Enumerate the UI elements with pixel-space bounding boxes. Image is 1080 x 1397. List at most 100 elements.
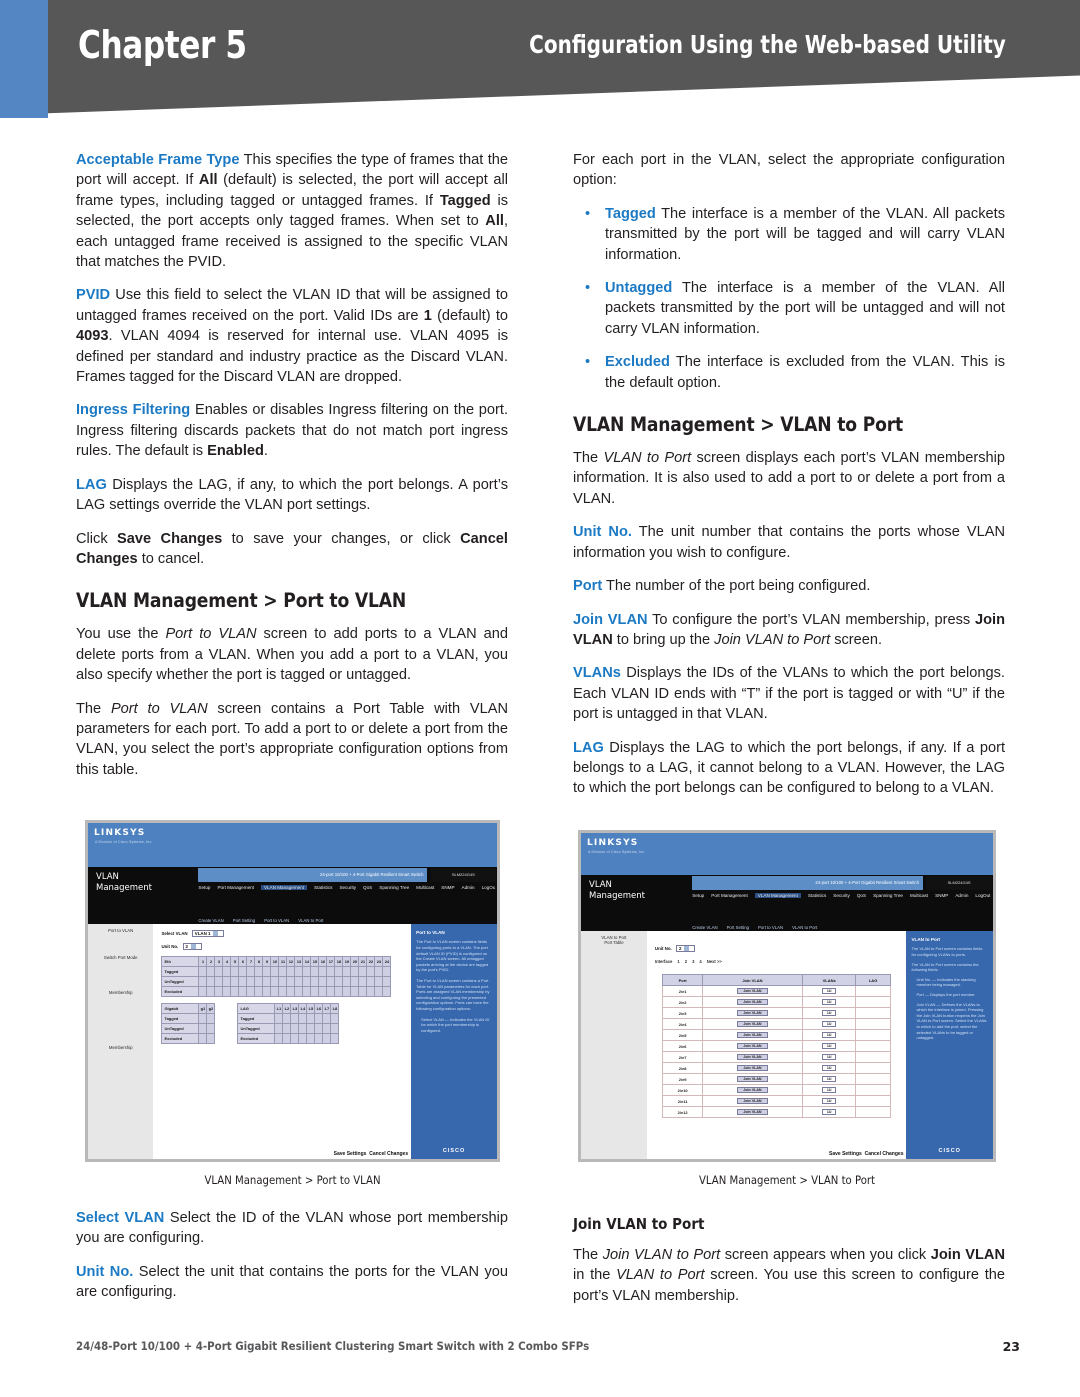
subtab-create-vlan[interactable]: Create VLAN [198,918,223,923]
tab-security[interactable]: Security [833,893,850,898]
gigabit-membership-grid[interactable]: Gigabit g1 g2 Tagged UnTagged Excluded [161,1003,216,1045]
chevron-down-icon[interactable] [213,931,219,937]
main-tabs[interactable]: Setup Port Management VLAN Management Stati… [692,893,991,899]
pager-page-4[interactable]: 4 [699,959,701,964]
tab-logout[interactable]: LogOut [482,885,495,890]
tab-spanning-tree[interactable]: Spanning Tree [873,893,903,898]
tab-statistics[interactable]: Statistics [314,885,332,890]
cell-vlans[interactable]: 1U [802,1073,857,1086]
cell-vlans[interactable]: 1U [802,1106,857,1119]
tab-vlan-management[interactable]: VLAN Management [754,893,801,899]
cell-vlans[interactable]: 1U [802,985,857,998]
cell-join-vlan[interactable]: Join VLAN [701,1018,804,1031]
subtab-port-setting[interactable]: Port Setting [727,925,749,930]
action-bar[interactable]: Save Settings Cancel Changes [829,1151,903,1157]
port-membership-grid[interactable]: Eth 1 2 3 4 5 6 7 8 9 10 11 12 13 14 15 16 17 18 19 20 21 22 2… [161,956,392,998]
pager-next[interactable]: Next >> [707,959,722,964]
sidebar[interactable]: VLAN to Port Port Table [581,930,647,1159]
tab-qos[interactable]: QoS [857,893,866,898]
cell-vlans[interactable]: 1U [802,1040,857,1053]
cell-join-vlan[interactable]: Join VLAN [701,985,804,998]
sidebar[interactable]: Port to VLAN Switch Port Mode Membership… [88,923,154,1159]
cell-join-vlan[interactable]: Join VLAN [701,1073,804,1086]
column-header-lag: LAG [855,974,891,987]
field-select-vlan[interactable]: Select VLAN VLAN 1 [161,929,411,938]
vlan-to-port-table[interactable]: Port Join VLAN VLANs LAG 2/e1 Join VLAN 1U… [662,974,891,1119]
cell-join-vlan[interactable]: Join VLAN [701,1040,804,1053]
tab-port-management[interactable]: Port Management [217,885,254,890]
grid-port: 6 [238,956,248,968]
tab-statistics[interactable]: Statistics [808,893,826,898]
help-bullet: Select VLAN — Indicates the VLAN ID for … [421,1016,490,1033]
save-settings-button[interactable]: Save Settings [334,1151,367,1157]
cell-vlans[interactable]: 1U [802,1029,857,1042]
pager-page-1[interactable]: 1 [677,959,679,964]
sub-tabs[interactable]: Create VLAN Port Setting Port to VLAN VLAN … [692,925,991,930]
action-bar[interactable]: Save Settings Cancel Changes [334,1151,408,1157]
tab-logout[interactable]: LogOut [975,893,990,898]
subtab-create-vlan[interactable]: Create VLAN [692,925,717,930]
cell-join-vlan[interactable]: Join VLAN [701,1095,804,1108]
sub-tabs[interactable]: Create VLAN Port Setting Port to VLAN VLAN … [198,918,495,923]
chapter-subject: Configuration Using the Web-based Utilit… [529,30,1006,59]
field-unit-no-value[interactable]: 2 [675,944,696,953]
cell-join-vlan[interactable]: Join VLAN [701,1029,804,1042]
subtab-vlan-to-port[interactable]: VLAN to Port [298,918,323,923]
cell-join-vlan[interactable]: Join VLAN [701,1106,804,1119]
cell-vlans[interactable]: 1U [802,1062,857,1075]
tab-port-management[interactable]: Port Management [711,893,748,898]
chevron-down-icon[interactable] [190,944,196,950]
cell-join-vlan[interactable]: Join VLAN [701,996,804,1009]
cell-vlans[interactable]: 1U [802,1007,857,1020]
model-banner: 24-port 10/100 + 4-Port Gigabit Resilien… [198,867,428,882]
tab-snmp[interactable]: SNMP [935,893,948,898]
cell-join-vlan[interactable]: Join VLAN [701,1062,804,1075]
interface-pager[interactable]: Interface 1 2 3 4 Next >> [655,959,907,964]
tab-admin[interactable]: Admin [955,893,968,898]
main-tabs[interactable]: Setup Port Management VLAN Management Stati… [198,884,495,890]
field-unit-no-value[interactable]: 2 [182,943,202,951]
sidebar-label-membership-1: Membership [108,989,133,995]
left-column-lower: Select VLAN Select the ID of the VLAN wh… [76,1208,508,1303]
subtab-port-setting[interactable]: Port Setting [233,918,255,923]
tab-setup[interactable]: Setup [692,893,704,898]
pager-page-2[interactable]: 2 [685,959,687,964]
cell-join-vlan[interactable]: Join VLAN [701,1084,804,1097]
subtab-port-to-vlan[interactable]: Port to VLAN [758,925,783,930]
tab-multicast[interactable]: Multicast [416,885,434,890]
field-unit-no[interactable]: Unit No. 2 [655,944,907,953]
save-settings-button[interactable]: Save Settings [829,1151,862,1157]
sidebar-item-port-to-vlan[interactable]: Port to VLAN [88,928,153,933]
cell-vlans[interactable]: 1U [802,1084,857,1097]
subtab-vlan-to-port[interactable]: VLAN to Port [792,925,817,930]
figure-vlan-to-port: LINKSYS A Division of Cisco Systems, Inc… [578,830,996,1187]
subtab-port-to-vlan[interactable]: Port to VLAN [264,918,289,923]
cell-vlans[interactable]: 1U [802,1018,857,1031]
cancel-changes-button[interactable]: Cancel Changes [865,1151,904,1157]
tab-security[interactable]: Security [339,885,356,890]
tab-snmp[interactable]: SNMP [441,885,454,890]
cell-join-vlan[interactable]: Join VLAN [701,1007,804,1020]
table-row: 2/e6 Join VLAN 1U [662,1040,891,1053]
pager-page-3[interactable]: 3 [692,959,694,964]
table-row: 2/e3 Join VLAN 1U [662,1007,891,1020]
text: The [76,700,111,717]
cell-vlans[interactable]: 1U [802,996,857,1009]
cell-join-vlan[interactable]: Join VLAN [701,1051,804,1064]
tab-qos[interactable]: QoS [363,885,372,890]
tab-vlan-management[interactable]: VLAN Management [260,884,308,890]
cancel-changes-button[interactable]: Cancel Changes [369,1151,408,1157]
chevron-down-icon[interactable] [684,946,690,952]
sidebar-item-port-table[interactable]: Port Table [581,940,647,945]
field-select-vlan-value[interactable]: VLAN 1 [191,929,225,938]
tab-admin[interactable]: Admin [462,885,475,890]
lag-membership-grid[interactable]: LAG L1 L2 L3 L4 L5 L6 L7 L8 Tagged UnTagged Exc… [237,1003,340,1045]
tab-multicast[interactable]: Multicast [910,893,928,898]
field-unit-no[interactable]: Unit No. 2 [161,943,411,951]
grid-header-eth: Eth [161,956,200,968]
cell-vlans[interactable]: 1U [802,1095,857,1108]
tab-setup[interactable]: Setup [198,885,210,890]
cell-vlans[interactable]: 1U [802,1051,857,1064]
cell-port: 2/e12 [662,1106,703,1119]
tab-spanning-tree[interactable]: Spanning Tree [379,885,409,890]
